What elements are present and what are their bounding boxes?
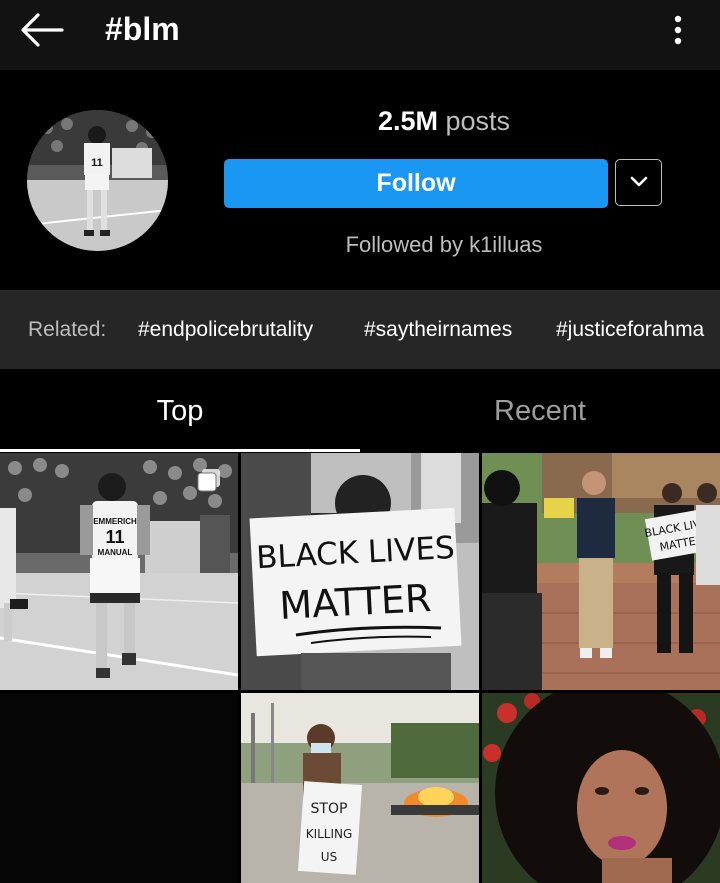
hashtag-header: 11 2.5M posts Follow Followed by k1illua… [0, 70, 720, 290]
post-image-march: BLACK LIVES MATTER [482, 453, 720, 690]
active-tab-indicator [0, 449, 360, 452]
posts-grid: EMMERICH 11 MANUAL BLACK LIVES MATTER BL… [0, 453, 720, 883]
sign-line-2: KILLING [306, 827, 353, 841]
svg-text:11: 11 [105, 527, 124, 547]
related-hashtags-bar: Related: #endpolicebrutality #saytheirna… [0, 290, 720, 369]
tab-recent[interactable]: Recent [360, 369, 720, 453]
follow-options-button[interactable] [615, 159, 662, 206]
svg-text:11: 11 [91, 157, 103, 169]
hashtag-title: #blm [105, 11, 180, 47]
grid-post[interactable] [482, 693, 720, 883]
sign-line-3: US [321, 850, 337, 864]
top-bar: #blm [0, 0, 720, 70]
grid-post[interactable]: EMMERICH 11 MANUAL [0, 453, 238, 690]
vertical-ellipsis-icon[interactable] [665, 12, 691, 48]
sign-line-2: MATTER [278, 576, 432, 628]
multiple-posts-icon [197, 469, 220, 492]
grid-post[interactable]: BLACK LIVES MATTER [482, 453, 720, 690]
posts-count-line: 2.5M posts [224, 105, 664, 137]
post-image-portrait [482, 693, 720, 883]
post-tabs: Top Recent [0, 369, 720, 453]
avatar-photo: 11 [27, 110, 168, 251]
arrow-left-icon[interactable] [18, 10, 66, 50]
chevron-down-icon [630, 176, 648, 187]
grid-post[interactable]: STOP KILLING US [241, 693, 479, 883]
post-image-blm-sign: BLACK LIVES MATTER [241, 453, 479, 690]
grid-post[interactable] [0, 693, 238, 883]
post-image-child-sign: STOP KILLING US [241, 693, 479, 883]
svg-text:MANUAL: MANUAL [98, 548, 133, 557]
related-tag-justiceforahma[interactable]: #justiceforahma [556, 318, 704, 342]
follow-button[interactable]: Follow [224, 159, 608, 208]
hashtag-avatar[interactable]: 11 [27, 110, 168, 251]
posts-count: 2.5M [377, 106, 438, 136]
tab-top[interactable]: Top [0, 369, 360, 453]
svg-text:EMMERICH: EMMERICH [93, 517, 137, 526]
sign-line-1: STOP [311, 801, 348, 817]
followed-by-text[interactable]: Followed by k1illuas [224, 232, 664, 258]
grid-post[interactable]: BLACK LIVES MATTER [241, 453, 479, 690]
posts-label: posts [445, 106, 511, 136]
related-tag-saytheirnames[interactable]: #saytheirnames [364, 318, 512, 342]
related-label: Related: [28, 318, 107, 341]
post-image-dark [0, 693, 238, 883]
related-tag-endpolicebrutality[interactable]: #endpolicebrutality [138, 318, 313, 342]
